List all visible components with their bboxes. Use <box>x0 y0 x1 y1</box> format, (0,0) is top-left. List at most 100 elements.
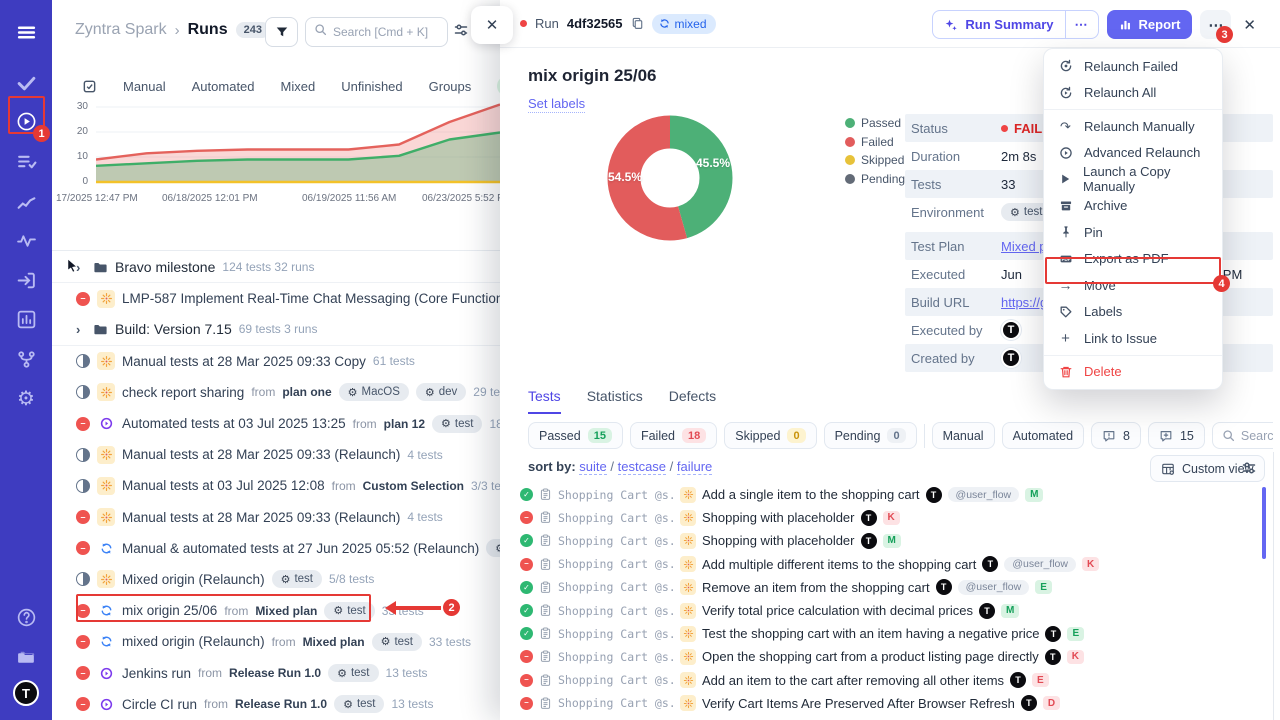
test-suite[interactable]: Shopping Cart @s... <box>558 696 674 710</box>
run-list-item[interactable]: Manual tests at 03 Jul 2025 12:08 fromCu… <box>52 470 500 501</box>
run-list-item[interactable]: mixed origin (Relaunch) fromMixed plan⚙t… <box>52 626 500 657</box>
sidebar-item-pulse[interactable] <box>0 222 52 258</box>
test-title[interactable]: Add an item to the cart after removing a… <box>702 673 1004 688</box>
test-title[interactable]: Add multiple different items to the shop… <box>702 557 976 572</box>
assignee-avatar[interactable]: T <box>982 556 998 572</box>
sidebar-item-analytics[interactable] <box>0 301 52 337</box>
test-row[interactable]: Shopping Cart @s... Shopping with placeh… <box>520 506 1260 529</box>
tab-defects[interactable]: Defects <box>669 388 716 414</box>
tab-unfinished[interactable]: Unfinished <box>341 79 402 94</box>
set-labels-link[interactable]: Set labels <box>528 96 585 113</box>
assignee-avatar[interactable]: T <box>926 487 942 503</box>
breadcrumb-project[interactable]: Zyntra Spark <box>75 21 167 39</box>
test-suite[interactable]: Shopping Cart @s... <box>558 580 674 594</box>
filter-button[interactable] <box>265 17 298 47</box>
test-title[interactable]: Open the shopping cart from a product li… <box>702 649 1039 664</box>
menu-item-relaunch-manually[interactable]: ↷Relaunch Manually <box>1044 113 1222 140</box>
tests-search-box[interactable]: Search by title <box>1212 422 1273 449</box>
sort-by-failure[interactable]: failure <box>677 459 712 475</box>
tab-statistics[interactable]: Statistics <box>587 388 643 414</box>
test-title[interactable]: Shopping with placeholder <box>702 510 855 525</box>
from-plan[interactable]: plan one <box>282 385 331 399</box>
menu-item-pin[interactable]: Pin <box>1044 219 1222 246</box>
menu-item-launch-a-copy-manually[interactable]: Launch a Copy Manually <box>1044 166 1222 193</box>
run-summary-button[interactable]: Run Summary ⋯ <box>932 10 1098 39</box>
menu-item-move[interactable]: →Move <box>1044 272 1222 299</box>
sidebar-avatar[interactable]: T <box>0 675 52 711</box>
menu-item-archive[interactable]: Archive <box>1044 193 1222 220</box>
from-plan[interactable]: Release Run 1.0 <box>235 697 327 711</box>
assignee-avatar[interactable]: T <box>1010 672 1026 688</box>
menu-item-labels[interactable]: Labels <box>1044 299 1222 326</box>
from-plan[interactable]: Mixed plan <box>255 604 317 618</box>
adjustments-icon[interactable] <box>453 22 469 38</box>
tab-tests[interactable]: Tests <box>528 388 561 414</box>
menu-item-link-to-issue[interactable]: +Link to Issue <box>1044 325 1222 352</box>
test-suite[interactable]: Shopping Cart @s... <box>558 627 674 641</box>
tab-manual[interactable]: Manual <box>123 79 166 94</box>
menu-item-advanced-relaunch[interactable]: Advanced Relaunch <box>1044 140 1222 167</box>
copy-icon[interactable] <box>631 17 644 30</box>
drawer-close-button[interactable]: ✕ <box>1239 16 1260 34</box>
sidebar-item-help[interactable] <box>0 599 52 635</box>
test-suite[interactable]: Shopping Cart @s... <box>558 511 674 525</box>
run-list-item[interactable]: LMP-587 Implement Real-Time Chat Messagi… <box>52 283 500 314</box>
run-list-item[interactable]: mix origin 25/06 fromMixed plan⚙test 33 … <box>52 595 500 626</box>
test-row[interactable]: Shopping Cart @s... Add a single item to… <box>520 483 1260 506</box>
test-suite[interactable]: Shopping Cart @s... <box>558 557 674 571</box>
tab-automated[interactable]: Automated <box>192 79 255 94</box>
menu-item-relaunch-failed[interactable]: Relaunch Failed <box>1044 53 1222 80</box>
test-suite[interactable]: Shopping Cart @s... <box>558 673 674 687</box>
run-list-item[interactable]: Manual tests at 28 Mar 2025 09:33 (Relau… <box>52 502 500 533</box>
from-plan[interactable]: plan 12 <box>384 417 425 431</box>
avatar[interactable]: T <box>1001 348 1021 368</box>
filter-pending[interactable]: Pending0 <box>824 422 917 449</box>
run-summary-more-button[interactable]: ⋯ <box>1065 11 1098 38</box>
sidebar-item-milestones[interactable] <box>0 183 52 219</box>
test-title[interactable]: Test the shopping cart with an item havi… <box>702 626 1039 641</box>
test-title[interactable]: Add a single item to the shopping cart <box>702 487 920 502</box>
test-row[interactable]: Shopping Cart @s... Add multiple differe… <box>520 553 1260 576</box>
run-list-item[interactable]: Manual tests at 28 Mar 2025 09:33 (Relau… <box>52 439 500 470</box>
test-title[interactable]: Verify Cart Items Are Preserved After Br… <box>702 696 1015 711</box>
sidebar-item-projects[interactable] <box>0 639 52 675</box>
comments-filter-button[interactable]: 8 <box>1091 422 1141 449</box>
run-list-item[interactable]: Mixed origin (Relaunch) ⚙test 5/8 tests <box>52 564 500 595</box>
test-row[interactable]: Shopping Cart @s... Verify total price c… <box>520 599 1260 622</box>
test-title[interactable]: Verify total price calculation with deci… <box>702 603 973 618</box>
tab-groups[interactable]: Groups <box>429 79 472 94</box>
assignee-avatar[interactable]: T <box>1045 649 1061 665</box>
from-plan[interactable]: Custom Selection <box>363 479 464 493</box>
assignee-avatar[interactable]: T <box>1021 695 1037 711</box>
test-row[interactable]: Shopping Cart @s... Verify Cart Items Ar… <box>520 692 1260 715</box>
test-row[interactable]: Shopping Cart @s... Test the shopping ca… <box>520 622 1260 645</box>
menu-item-export-as-pdf[interactable]: PDFExport as PDF <box>1044 246 1222 273</box>
run-folder-row[interactable]: › Bravo milestone 124 tests 32 runs <box>52 252 500 283</box>
from-plan[interactable]: Release Run 1.0 <box>229 666 321 680</box>
sort-by-suite[interactable]: suite <box>579 459 606 475</box>
test-suite[interactable]: Shopping Cart @s... <box>558 534 674 548</box>
assignee-avatar[interactable]: T <box>1045 626 1061 642</box>
tab-mixed[interactable]: Mixed <box>281 79 316 94</box>
test-suite[interactable]: Shopping Cart @s... <box>558 488 674 502</box>
sidebar-item-hamburger[interactable] <box>0 14 52 50</box>
menu-item-relaunch-all[interactable]: Relaunch All <box>1044 80 1222 107</box>
comments-new-filter-button[interactable]: 15 <box>1148 422 1205 449</box>
avatar[interactable]: T <box>1001 320 1021 340</box>
filter-manual[interactable]: Manual <box>932 422 995 449</box>
test-row[interactable]: Shopping Cart @s... Shopping with placeh… <box>520 529 1260 552</box>
test-suite[interactable]: Shopping Cart @s... <box>558 650 674 664</box>
test-row[interactable]: Shopping Cart @s... Add an item to the c… <box>520 669 1260 692</box>
assignee-avatar[interactable]: T <box>979 603 995 619</box>
run-list-item[interactable]: Jenkins run fromRelease Run 1.0⚙test 13 … <box>52 657 500 688</box>
run-list-item[interactable]: Manual tests at 28 Mar 2025 09:33 Copy 6… <box>52 346 500 377</box>
filter-skipped[interactable]: Skipped0 <box>724 422 816 449</box>
report-button[interactable]: Report <box>1107 10 1193 39</box>
test-row[interactable]: Shopping Cart @s... Remove an item from … <box>520 576 1260 599</box>
view-settings-icon[interactable] <box>1241 460 1257 476</box>
test-title[interactable]: Remove an item from the shopping cart <box>702 580 930 595</box>
assignee-avatar[interactable]: T <box>861 533 877 549</box>
test-row[interactable]: Shopping Cart @s... Open the shopping ca… <box>520 645 1260 668</box>
from-plan[interactable]: Mixed plan <box>303 635 365 649</box>
sidebar-item-test-cases[interactable] <box>0 143 52 179</box>
